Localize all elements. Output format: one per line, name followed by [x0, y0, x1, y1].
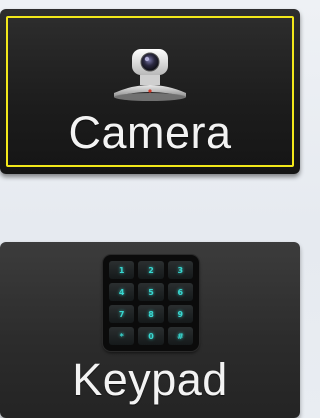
keypad-key: # — [167, 327, 193, 345]
camera-button[interactable]: Camera — [0, 9, 300, 174]
keypad-key: 9 — [167, 305, 193, 323]
keypad-key: 5 — [138, 283, 164, 301]
keypad-key: 3 — [167, 261, 193, 279]
keypad-key: 2 — [138, 261, 164, 279]
keypad-key: * — [109, 327, 135, 345]
keypad-button[interactable]: 1 2 3 4 5 6 7 8 9 * 0 # Keypad — [0, 242, 300, 418]
camera-icon — [114, 49, 186, 101]
keypad-key: 1 — [109, 261, 135, 279]
keypad-key: 8 — [138, 305, 164, 323]
keypad-key: 4 — [109, 283, 135, 301]
keypad-key: 7 — [109, 305, 135, 323]
keypad-key: 6 — [167, 283, 193, 301]
keypad-icon: 1 2 3 4 5 6 7 8 9 * 0 # — [103, 255, 199, 351]
camera-label: Camera — [68, 107, 232, 158]
keypad-key: 0 — [138, 327, 164, 345]
keypad-label: Keypad — [72, 354, 228, 405]
